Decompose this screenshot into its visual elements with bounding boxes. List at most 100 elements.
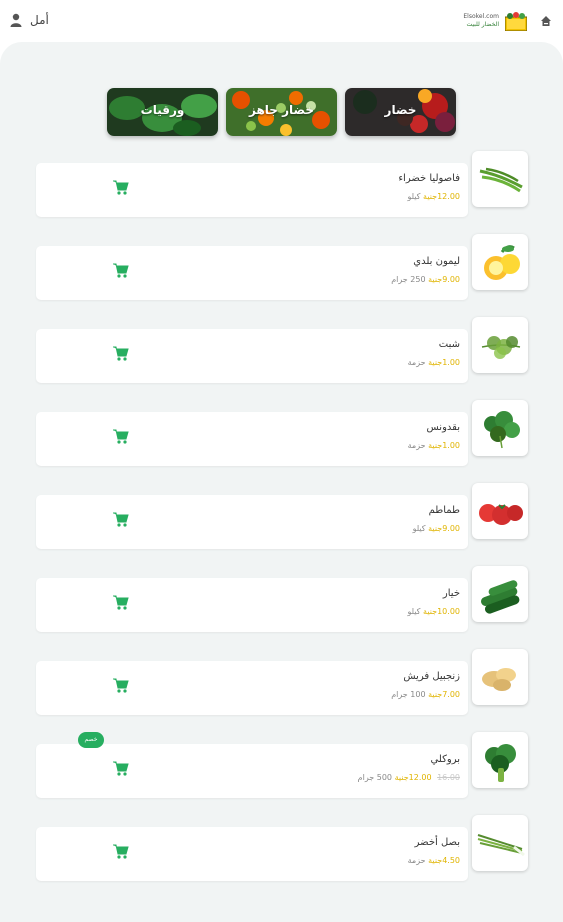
- cart-icon[interactable]: [110, 426, 130, 446]
- price-value: 1.00جنية: [428, 441, 460, 450]
- user-name: أمل: [30, 13, 49, 27]
- product-item[interactable]: فاصوليا خضراء 12.00جنية كيلو: [36, 151, 528, 217]
- cucumber-image: [481, 580, 520, 614]
- ginger-image: [482, 668, 516, 691]
- product-price: 1.00جنية حزمة: [408, 358, 460, 367]
- product-price: 7.00جنية 100 جرام: [391, 690, 460, 699]
- product-image[interactable]: [472, 317, 528, 373]
- unit: حزمة: [407, 358, 426, 367]
- price-value: 4.50جنية: [428, 856, 460, 865]
- product-price: 4.50جنية حزمة: [408, 856, 460, 865]
- product-item[interactable]: بصل أخضر 4.50جنية حزمة: [36, 815, 528, 881]
- logo-icon: [505, 12, 527, 31]
- product-name: بروكلي: [430, 754, 460, 765]
- category-vegetables[interactable]: خضار: [345, 88, 456, 136]
- product-price: 12.00جنية كيلو: [407, 192, 460, 201]
- product-card[interactable]: [36, 412, 468, 466]
- price-value: 12.00جنية: [394, 773, 432, 782]
- price-value: 9.00جنية: [428, 275, 460, 284]
- dill-image: [481, 336, 521, 359]
- product-card[interactable]: [36, 827, 468, 881]
- category-label: خضار جاهز: [248, 103, 314, 117]
- category-label: ورقيات: [140, 103, 185, 117]
- price-value: 7.00جنية: [428, 690, 460, 699]
- product-item[interactable]: زنجبيل فريش 7.00جنية 100 جرام: [36, 649, 528, 715]
- price-value: 1.00جنية: [428, 358, 460, 367]
- tomato-image: [479, 504, 523, 525]
- product-price: 1.00جنية حزمة: [408, 441, 460, 450]
- product-card[interactable]: [36, 163, 468, 217]
- unit: 100 جرام: [391, 690, 426, 699]
- brand[interactable]: Elsokel.com الخضار للبيت: [463, 11, 551, 31]
- product-name: خيار: [442, 588, 460, 599]
- lemon-image: [484, 245, 520, 280]
- product-name: شبت: [438, 339, 460, 350]
- product-image[interactable]: [472, 815, 528, 871]
- product-image[interactable]: [472, 151, 528, 207]
- unit: حزمة: [407, 441, 426, 450]
- unit: حزمة: [407, 856, 426, 865]
- brand-name-ar: الخضار للبيت: [466, 21, 499, 28]
- product-name: بقدونس: [426, 422, 460, 433]
- cart-icon[interactable]: [110, 509, 130, 529]
- top-bar: أمل Elsokel.com الخضار للبيت: [0, 0, 563, 44]
- cart-icon[interactable]: [110, 675, 130, 695]
- home-icon[interactable]: [541, 16, 551, 26]
- category-prepared-vegetables[interactable]: خضار جاهز: [226, 88, 337, 136]
- product-price: 10.00جنية كيلو: [407, 607, 460, 616]
- product-name: فاصوليا خضراء: [398, 173, 460, 184]
- product-name: بصل أخضر: [414, 837, 460, 848]
- product-image[interactable]: [472, 566, 528, 622]
- user-icon: [10, 13, 22, 27]
- price-value: 10.00جنية: [423, 607, 460, 616]
- price-value: 9.00جنية: [428, 524, 460, 533]
- discount-badge: خصم: [78, 732, 104, 748]
- category-leafy-greens[interactable]: ورقيات: [107, 88, 218, 136]
- product-name: زنجبيل فريش: [403, 671, 460, 682]
- product-item[interactable]: طماطم 9.00جنية كيلو: [36, 483, 528, 549]
- price-value: 12.00جنية: [423, 192, 460, 201]
- product-item[interactable]: خيار 10.00جنية كيلو: [36, 566, 528, 632]
- old-price: 16.00: [437, 773, 460, 782]
- product-item[interactable]: بقدونس 1.00جنية حزمة: [36, 400, 528, 466]
- product-name: طماطم: [428, 505, 460, 516]
- unit: 500 جرام: [357, 773, 393, 782]
- product-card[interactable]: [36, 661, 468, 715]
- product-card[interactable]: [36, 329, 468, 383]
- product-price: 16.00 12.00جنية 500 جرام: [358, 773, 460, 782]
- category-label: خضار: [384, 103, 417, 117]
- broccoli-image: [485, 744, 516, 782]
- product-image[interactable]: [472, 234, 528, 290]
- green-beans-image: [479, 167, 523, 193]
- product-name: ليمون بلدي: [413, 256, 460, 267]
- parsley-image: [484, 411, 520, 449]
- cart-icon[interactable]: [110, 841, 130, 861]
- unit: كيلو: [412, 524, 426, 533]
- product-price: 9.00جنية 250 جرام: [391, 275, 460, 284]
- product-price: 9.00جنية كيلو: [413, 524, 460, 533]
- cart-icon[interactable]: [110, 343, 130, 363]
- product-item[interactable]: شبت 1.00جنية حزمة: [36, 317, 528, 383]
- product-image[interactable]: [472, 732, 528, 788]
- product-card[interactable]: [36, 246, 468, 300]
- product-image[interactable]: [472, 483, 528, 539]
- cart-icon[interactable]: [110, 177, 130, 197]
- product-image[interactable]: [472, 649, 528, 705]
- cart-icon[interactable]: [110, 592, 130, 612]
- brand-name-en: Elsokel.com: [463, 13, 499, 20]
- brand-text: Elsokel.com الخضار للبيت: [463, 14, 499, 28]
- product-item[interactable]: ليمون بلدي 9.00جنية 250 جرام: [36, 234, 528, 300]
- cart-icon[interactable]: [110, 260, 130, 280]
- unit: 250 جرام: [391, 275, 426, 284]
- unit: كيلو: [407, 192, 421, 201]
- product-card[interactable]: [36, 744, 468, 798]
- user-account[interactable]: أمل: [10, 13, 49, 27]
- product-card[interactable]: [36, 495, 468, 549]
- product-item[interactable]: خصم بروكلي 16.00 12.00جنية 500 جرام: [36, 732, 528, 798]
- cart-icon[interactable]: [110, 758, 130, 778]
- product-image[interactable]: [472, 400, 528, 456]
- category-tabs: خضار خضار جاهز ورقيات: [107, 88, 456, 136]
- unit: كيلو: [407, 607, 421, 616]
- product-card[interactable]: [36, 578, 468, 632]
- green-onion-image: [477, 834, 525, 857]
